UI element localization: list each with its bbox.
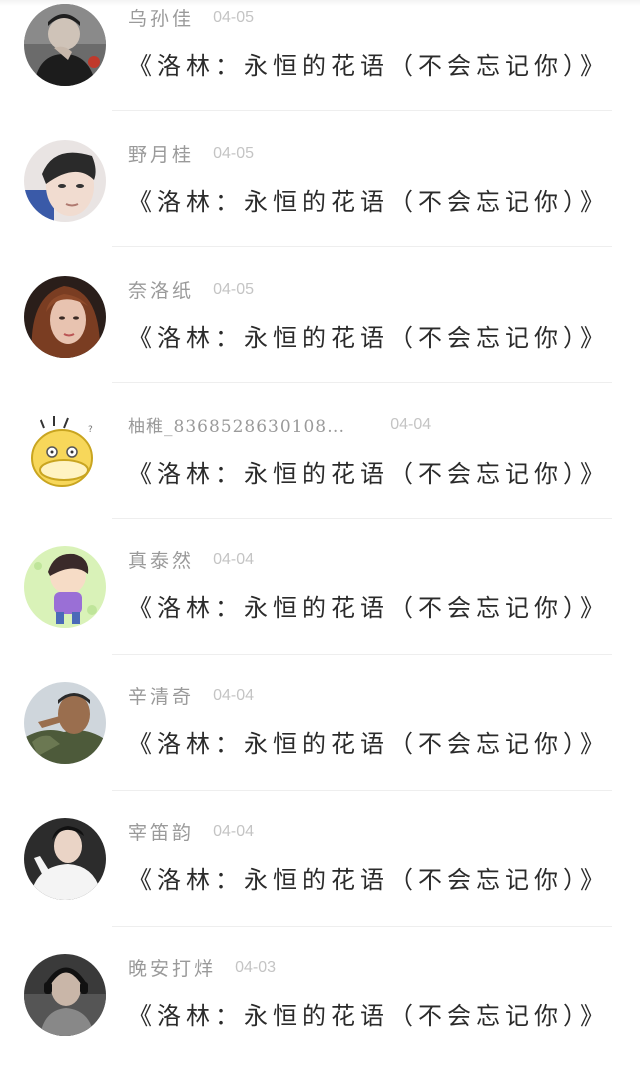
comment-row[interactable]: 乌孙佳 04-05 《洛林：永恒的花语（不会忘记你）》 — [0, 4, 640, 140]
avatar-woman-auburn-hair-icon — [24, 276, 106, 358]
user-name[interactable]: 柚稚_8368528630108… — [128, 412, 345, 437]
avatar-person-headphones-icon — [24, 954, 106, 1036]
avatar-man-dark-jacket-icon — [24, 4, 106, 86]
divider — [112, 790, 612, 791]
avatar[interactable] — [24, 140, 106, 222]
comment-row[interactable]: ? 柚稚_8368528630108… 04-04 《洛林：永恒的花语（不会忘记… — [0, 412, 640, 548]
divider — [112, 382, 612, 383]
avatar-cartoon-boy-icon — [24, 546, 106, 628]
avatar[interactable]: ? — [24, 412, 106, 494]
comment-meta: 晚安打烊 04-03 — [128, 954, 276, 984]
user-name[interactable]: 奈洛纸 — [128, 276, 194, 303]
comment-text: 《洛林：永恒的花语（不会忘记你）》 — [128, 866, 609, 894]
comment-text: 《洛林：永恒的花语（不会忘记你）》 — [128, 188, 609, 216]
avatar[interactable] — [24, 546, 106, 628]
comment-text: 《洛林：永恒的花语（不会忘记你）》 — [128, 460, 609, 488]
comment-meta: 辛清奇 04-04 — [128, 682, 254, 712]
comment-meta: 乌孙佳 04-05 — [128, 4, 254, 34]
comment-row[interactable]: 奈洛纸 04-05 《洛林：永恒的花语（不会忘记你）》 — [0, 276, 640, 412]
comment-row[interactable]: 辛清奇 04-04 《洛林：永恒的花语（不会忘记你）》 — [0, 682, 640, 818]
avatar[interactable] — [24, 276, 106, 358]
comment-date: 04-05 — [213, 8, 255, 26]
avatar[interactable] — [24, 682, 106, 764]
comment-row[interactable]: 真泰然 04-04 《洛林：永恒的花语（不会忘记你）》 — [0, 546, 640, 682]
user-name[interactable]: 野月桂 — [128, 140, 194, 167]
comment-meta: 奈洛纸 04-05 — [128, 276, 254, 306]
avatar-yellow-duck-cartoon-icon: ? — [24, 412, 106, 494]
avatar-young-man-face-icon — [24, 140, 106, 222]
comment-text: 《洛林：永恒的花语（不会忘记你）》 — [128, 730, 609, 758]
divider — [112, 110, 612, 111]
user-name[interactable]: 宰笛韵 — [128, 818, 194, 845]
comment-date: 04-04 — [213, 822, 255, 840]
comment-date: 04-05 — [213, 144, 255, 162]
user-name[interactable]: 晚安打烊 — [128, 954, 216, 981]
comment-meta: 野月桂 04-05 — [128, 140, 254, 170]
comment-meta: 柚稚_8368528630108… 04-04 — [128, 412, 431, 442]
avatar[interactable] — [24, 4, 106, 86]
avatar-soldier-salute-icon — [24, 682, 106, 764]
comment-date: 04-04 — [213, 550, 255, 568]
comment-text: 《洛林：永恒的花语（不会忘记你）》 — [128, 594, 609, 622]
svg-text:?: ? — [88, 425, 93, 435]
divider — [112, 518, 612, 519]
comment-row[interactable]: 晚安打烊 04-03 《洛林：永恒的花语（不会忘记你）》 — [0, 954, 640, 1090]
user-name[interactable]: 真泰然 — [128, 546, 194, 573]
comment-date: 04-05 — [213, 280, 255, 298]
divider — [112, 926, 612, 927]
comment-meta: 宰笛韵 04-04 — [128, 818, 254, 848]
divider — [112, 654, 612, 655]
comment-date: 04-04 — [390, 415, 432, 433]
comment-text: 《洛林：永恒的花语（不会忘记你）》 — [128, 52, 609, 80]
user-name[interactable]: 乌孙佳 — [128, 4, 194, 31]
comment-meta: 真泰然 04-04 — [128, 546, 254, 576]
avatar[interactable] — [24, 954, 106, 1036]
divider — [112, 246, 612, 247]
user-name[interactable]: 辛清奇 — [128, 682, 194, 709]
comment-row[interactable]: 野月桂 04-05 《洛林：永恒的花语（不会忘记你）》 — [0, 140, 640, 276]
comment-date: 04-03 — [235, 958, 277, 976]
comment-text: 《洛林：永恒的花语（不会忘记你）》 — [128, 324, 609, 352]
comment-date: 04-04 — [213, 686, 255, 704]
avatar-person-white-shirt-icon — [24, 818, 106, 900]
avatar[interactable] — [24, 818, 106, 900]
comment-row[interactable]: 宰笛韵 04-04 《洛林：永恒的花语（不会忘记你）》 — [0, 818, 640, 954]
comment-text: 《洛林：永恒的花语（不会忘记你）》 — [128, 1002, 609, 1030]
